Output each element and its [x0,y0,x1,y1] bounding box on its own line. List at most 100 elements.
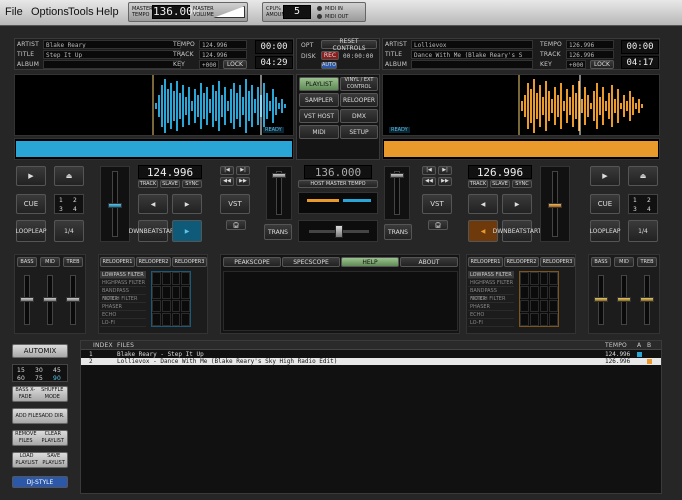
left-fx-lofi[interactable]: LO-FI [100,319,146,327]
right-channel-fader-handle[interactable] [390,173,404,178]
rec-button[interactable]: REC [321,51,339,60]
sampler-button[interactable]: SAMPLER [299,93,339,107]
duration-75[interactable]: 75 [35,375,43,382]
midi-button[interactable]: MIDI [299,125,339,139]
left-eq-mid-handle[interactable] [43,297,57,302]
right-prev-button[interactable]: |◀ [422,166,436,175]
left-eq-treb-label[interactable]: TREB [63,257,83,267]
tab-help[interactable]: HELP [341,257,399,267]
left-pitch-handle[interactable] [108,203,122,208]
right-waveform[interactable]: READY [382,74,660,136]
right-relooper1-tab[interactable]: RELOOPER1 [468,257,503,267]
left-next-button[interactable]: ▶| [236,166,250,175]
right-pitch-handle[interactable] [548,203,562,208]
left-headphone-button[interactable]: 🎧︎ [226,220,246,230]
left-channel-fader-handle[interactable] [272,173,286,178]
left-track-button[interactable]: TRACK [138,180,158,188]
right-eq-bass-label[interactable]: BASS [591,257,611,267]
col-tempo[interactable]: TEMPO [605,342,627,349]
setup-button[interactable]: SETUP [340,125,378,139]
right-relooper3-tab[interactable]: RELOOPER3 [540,257,575,267]
right-fx-xy-pad[interactable] [519,271,559,327]
right-fx-lofi[interactable]: LO-FI [468,319,514,327]
col-a[interactable]: A [637,342,641,349]
left-slave-button[interactable]: SLAVE [160,180,180,188]
bass-xfade-shuffle-button[interactable]: BASS X-FADE SHUFFLE MODE [12,386,68,402]
left-rewind-button[interactable]: ◀◀ [220,177,234,186]
left-fx-bandpass[interactable]: BANDPASS FILTER [100,287,146,302]
left-waveform[interactable]: READY [14,74,294,136]
right-lock-button[interactable]: LOCK [590,60,614,69]
right-loop-1[interactable]: 1 [633,197,637,204]
left-loop-3[interactable]: 3 [59,206,63,213]
tab-about[interactable]: ABOUT [400,257,458,267]
right-fx-highpass[interactable]: HIGHPASS FILTER [468,279,514,287]
left-loop-2[interactable]: 2 [73,197,77,204]
left-play-button[interactable]: ▶ [16,166,46,186]
table-row-selected[interactable]: 2 Lollievox - Dance With Me (Blake Reary… [81,358,661,365]
left-loop-1[interactable]: 1 [59,197,63,204]
left-lock-button[interactable]: LOCK [223,60,247,69]
left-fx-echo[interactable]: ECHO [100,311,146,319]
menu-help[interactable]: Help [96,6,119,18]
right-pitch-bend-up[interactable]: ▶ [502,194,532,214]
auto-button[interactable]: AUTO [321,62,337,69]
playlist-button[interactable]: PLAYLIST [299,77,339,91]
right-forward-button[interactable]: ▶▶ [438,177,452,186]
left-direction-indicator[interactable]: ▶ [172,220,202,242]
right-track-overview[interactable] [382,138,660,160]
remove-files-button[interactable]: REMOVE FILES CLEAR PLAYLIST [12,430,68,446]
left-cue-button[interactable]: CUE [16,194,46,214]
left-eq-mid-label[interactable]: MID [40,257,60,267]
left-eq-bass-handle[interactable] [20,297,34,302]
tab-peakscope[interactable]: PEAKSCOPE [223,257,281,267]
right-loop-fraction[interactable]: 1/4 [628,220,658,242]
duration-30[interactable]: 30 [35,367,43,374]
right-trans-button[interactable]: TRANS [384,224,412,240]
duration-60[interactable]: 60 [17,375,25,382]
right-vst-button[interactable]: VST [422,194,452,214]
right-eq-mid-handle[interactable] [617,297,631,302]
left-track-overview[interactable] [14,138,294,160]
crossfader-handle[interactable] [335,225,343,238]
host-master-tempo-button[interactable]: HOST MASTER TEMPO [298,180,378,188]
right-fx-phaser[interactable]: PHASER [468,303,514,311]
right-fx-lowpass[interactable]: LOWPASS FILTER [468,271,514,279]
left-pitch-slider[interactable] [100,166,130,242]
right-loop-4[interactable]: 4 [647,206,651,213]
menu-file[interactable]: File [5,6,23,18]
duration-90[interactable]: 90 [53,375,61,382]
col-index[interactable]: INDEX [93,342,113,349]
right-pitch-slider[interactable] [540,166,570,242]
master-tempo-display[interactable]: 136.000 [152,5,199,19]
master-volume-slider[interactable] [213,6,245,18]
left-sync-button[interactable]: SYNC [182,180,202,188]
right-eq-treb-handle[interactable] [640,297,654,302]
right-eq-treb-label[interactable]: TREB [637,257,657,267]
right-fx-echo[interactable]: ECHO [468,311,514,319]
left-prev-button[interactable]: |◀ [220,166,234,175]
left-eq-bass-label[interactable]: BASS [17,257,37,267]
right-eq-bass-handle[interactable] [594,297,608,302]
left-eject-button[interactable]: ⏏ [54,166,84,186]
duration-15[interactable]: 15 [17,367,25,374]
right-channel-fader[interactable] [384,166,410,220]
left-fx-xy-pad[interactable] [151,271,191,327]
col-files[interactable]: FILES [117,342,134,349]
right-cue-button[interactable]: CUE [590,194,620,214]
left-loop-4[interactable]: 4 [73,206,77,213]
relooper-button[interactable]: RELOOPER [340,93,378,107]
left-relooper1-tab[interactable]: RELOOPER1 [100,257,135,267]
left-loop-leap-button[interactable]: LOOP LEAP [15,220,47,242]
left-fx-phaser[interactable]: PHASER [100,303,146,311]
left-eq-treb-handle[interactable] [66,297,80,302]
left-downbeat-start[interactable]: DWNBEAT START [129,220,177,242]
right-fx-notch[interactable]: NOTCH FILTER [468,295,514,303]
vinyl-ext-control-button[interactable]: VINYL / EXT CONTROL [340,77,378,91]
left-loop-fraction[interactable]: 1/4 [54,220,84,242]
left-pitch-bend-down[interactable]: ◀ [138,194,168,214]
right-play-button[interactable]: ▶ [590,166,620,186]
left-forward-button[interactable]: ▶▶ [236,177,250,186]
right-rewind-button[interactable]: ◀◀ [422,177,436,186]
right-eject-button[interactable]: ⏏ [628,166,658,186]
